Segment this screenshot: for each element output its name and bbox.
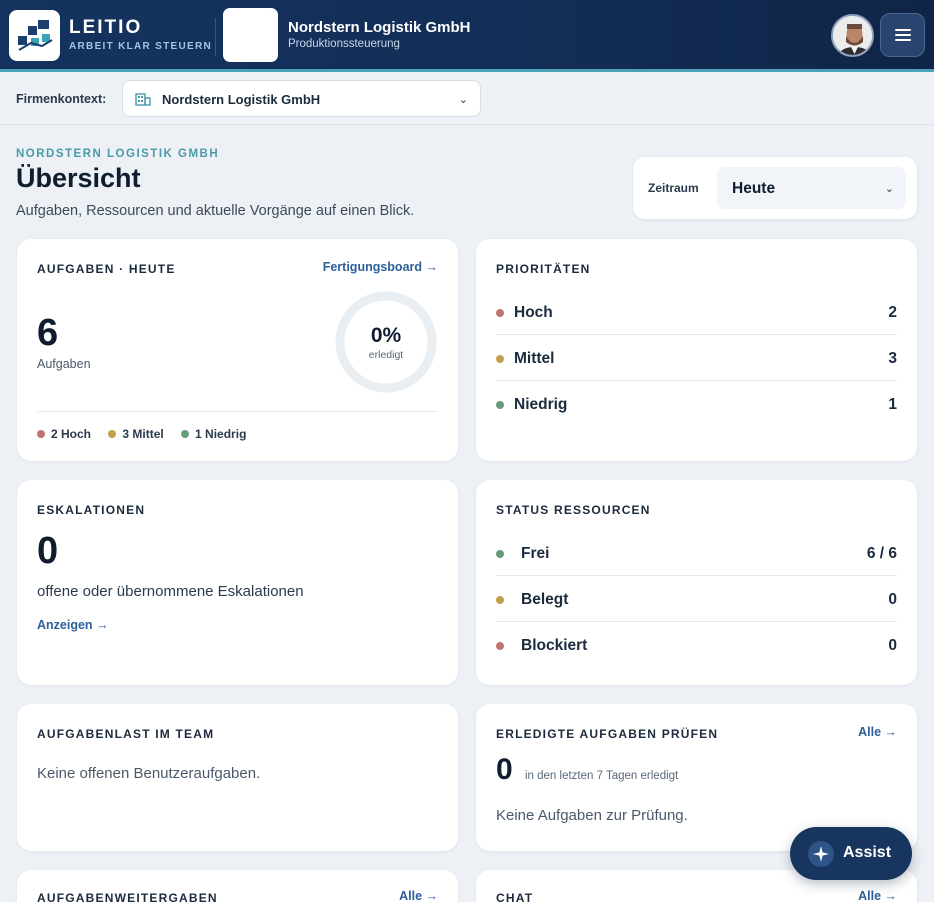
- company-subtitle: Produktionssteuerung: [288, 38, 400, 50]
- high-dot-icon: [496, 309, 504, 317]
- card-title: STATUS RESSOURCEN: [496, 503, 651, 517]
- legend-item-medium: 3 Mittel: [108, 427, 164, 441]
- leitio-logo[interactable]: [9, 10, 60, 61]
- card-title: PRIORITÄTEN: [496, 262, 591, 276]
- resource-name: Frei: [521, 545, 550, 562]
- low-dot-icon: [181, 429, 190, 438]
- context-bar: Firmenkontext: Nordstern Logistik GmbH ⌄: [0, 75, 934, 125]
- completion-percent: 0%: [370, 324, 402, 347]
- legend-label: 2 Hoch: [51, 427, 92, 441]
- card-title: ERLEDIGTE AUFGABEN PRÜFEN: [496, 727, 719, 741]
- assist-label: Assist: [843, 844, 892, 861]
- priority-name: Mittel: [514, 350, 555, 367]
- assist-button[interactable]: Assist: [790, 827, 912, 880]
- time-range-select[interactable]: Heute ⌄: [717, 167, 906, 209]
- resource-count: 0: [888, 591, 897, 608]
- production-board-link[interactable]: Fertigungsboard →: [323, 260, 438, 274]
- medium-dot-icon: [496, 355, 504, 363]
- team-load-empty: Keine offenen Benutzeraufgaben.: [37, 765, 261, 782]
- resource-count: 6 / 6: [866, 545, 897, 562]
- resource-name: Blockiert: [521, 637, 588, 654]
- card-title: AUFGABENWEITERGABEN: [37, 891, 218, 902]
- time-range-label: Zeitraum: [648, 181, 699, 195]
- page-title: Übersicht: [16, 163, 141, 193]
- building-icon: [135, 93, 151, 106]
- busy-dot-icon: [496, 596, 504, 604]
- hamburger-icon: [894, 29, 911, 41]
- resource-count: 0: [888, 637, 897, 654]
- resource-row-free[interactable]: Frei 6 / 6: [496, 530, 897, 576]
- priority-count: 1: [888, 396, 897, 413]
- sparkle-icon: [808, 841, 834, 867]
- time-range-panel: Zeitraum Heute ⌄: [633, 157, 917, 219]
- review-count: 0: [496, 753, 513, 786]
- priorities-card: PRIORITÄTEN Hoch 2 Mittel 3 Niedrig 1: [476, 239, 917, 461]
- priority-row-low[interactable]: Niedrig 1: [496, 381, 897, 427]
- header-divider: [215, 18, 216, 56]
- priority-name: Niedrig: [514, 396, 568, 413]
- review-empty: Keine Aufgaben zur Prüfung.: [496, 807, 688, 824]
- brand-name: LEITIO: [69, 17, 143, 38]
- legend-item-low: 1 Niedrig: [181, 427, 246, 441]
- avatar-photo-icon: [833, 16, 872, 55]
- escalations-view-link[interactable]: Anzeigen →: [37, 618, 109, 632]
- menu-button[interactable]: [880, 13, 925, 57]
- resource-name: Belegt: [521, 591, 569, 608]
- free-dot-icon: [496, 550, 504, 558]
- legend-item-high: 2 Hoch: [37, 427, 91, 441]
- user-avatar[interactable]: [831, 14, 874, 57]
- company-name: Nordstern Logistik GmbH: [288, 19, 471, 36]
- review-count-label: in den letzten 7 Tagen erledigt: [525, 770, 679, 782]
- high-dot-icon: [37, 429, 45, 438]
- escalations-description: offene oder übernommene Eskalationen: [37, 583, 304, 600]
- handover-all-link[interactable]: Alle →: [399, 889, 438, 902]
- time-range-value: Heute: [732, 180, 776, 197]
- priority-row-medium[interactable]: Mittel 3: [496, 335, 897, 381]
- task-handover-card: AUFGABENWEITERGABEN Alle →: [17, 870, 458, 902]
- brand-tagline: ARBEIT KLAR STEUERN: [69, 41, 213, 52]
- card-title: CHAT: [496, 891, 534, 902]
- chevron-down-icon: ⌄: [884, 183, 894, 195]
- priority-legend: 2 Hoch 3 Mittel 1 Niedrig: [37, 427, 260, 441]
- tasks-count: 6: [37, 312, 59, 354]
- context-label: Firmenkontext:: [16, 92, 107, 106]
- priority-count: 2: [888, 304, 897, 321]
- chevron-down-icon: ⌄: [458, 94, 468, 106]
- top-header: LEITIO ARBEIT KLAR STEUERN Nordstern Log…: [0, 0, 934, 72]
- team-load-card: AUFGABENLAST IM TEAM Keine offenen Benut…: [17, 704, 458, 851]
- escalations-card: ESKALATIONEN 0 offene oder übernommene E…: [17, 480, 458, 685]
- tasks-today-card: AUFGABEN · HEUTE Fertigungsboard → 6 Auf…: [17, 239, 458, 461]
- card-title: AUFGABEN · HEUTE: [37, 262, 176, 276]
- tasks-count-label: Aufgaben: [37, 357, 91, 371]
- priority-row-high[interactable]: Hoch 2: [496, 289, 897, 335]
- escalations-count: 0: [37, 530, 59, 572]
- resource-row-blocked[interactable]: Blockiert 0: [496, 622, 897, 668]
- page-subtitle: Aufgaben, Ressourcen und aktuelle Vorgän…: [16, 203, 415, 219]
- page-eyebrow: NORDSTERN LOGISTIK GMBH: [16, 148, 220, 160]
- medium-dot-icon: [108, 429, 117, 438]
- priority-count: 3: [888, 350, 897, 367]
- chat-all-link[interactable]: Alle →: [858, 889, 897, 902]
- resource-row-busy[interactable]: Belegt 0: [496, 576, 897, 622]
- priority-name: Hoch: [514, 304, 553, 321]
- completion-label: erledigt: [368, 349, 404, 361]
- legend-label: 3 Mittel: [122, 427, 164, 441]
- resources-status-card: STATUS RESSOURCEN Frei 6 / 6 Belegt 0 Bl…: [476, 480, 917, 685]
- company-context-value: Nordstern Logistik GmbH: [162, 92, 321, 107]
- sparkle-glyph-icon: [813, 846, 829, 862]
- divider: [37, 411, 438, 412]
- low-dot-icon: [496, 401, 504, 409]
- review-all-link[interactable]: Alle →: [858, 725, 897, 739]
- card-title: AUFGABENLAST IM TEAM: [37, 727, 215, 741]
- blocked-dot-icon: [496, 642, 504, 650]
- leitio-logo-icon: [18, 20, 53, 51]
- company-logo: [223, 8, 278, 62]
- card-title: ESKALATIONEN: [37, 503, 146, 517]
- company-context-select[interactable]: Nordstern Logistik GmbH ⌄: [122, 80, 481, 117]
- legend-label: 1 Niedrig: [195, 427, 247, 441]
